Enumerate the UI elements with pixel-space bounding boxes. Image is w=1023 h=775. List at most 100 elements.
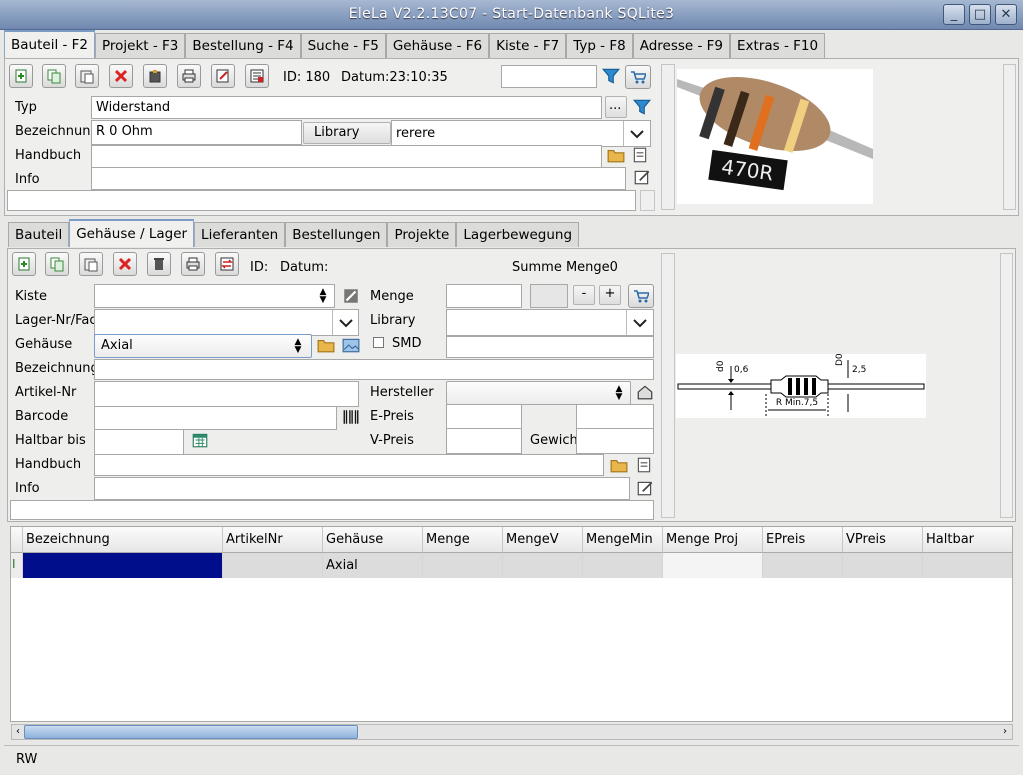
- subtab-bauteil[interactable]: Bauteil: [8, 222, 70, 247]
- col-gehaeuse[interactable]: Gehäuse: [323, 527, 423, 553]
- menge-cart-icon[interactable]: [628, 284, 654, 308]
- cell-menge[interactable]: [423, 553, 503, 578]
- chevron-down-icon[interactable]: [623, 121, 649, 146]
- lager-image-prev-scroll[interactable]: [661, 253, 675, 518]
- cell-epreis[interactable]: [763, 553, 843, 578]
- kiste-lookup-icon[interactable]: [341, 286, 361, 306]
- gehaeuse-picture-icon[interactable]: [341, 335, 361, 355]
- cell-mengev[interactable]: [503, 553, 583, 578]
- lager-doc-icon[interactable]: [634, 455, 654, 475]
- handbuch-input[interactable]: [91, 145, 602, 168]
- epreis-input[interactable]: [446, 404, 522, 430]
- datasheet-button[interactable]: [245, 64, 269, 88]
- tab-typ[interactable]: Typ - F8: [566, 33, 633, 58]
- transfer-icon[interactable]: [215, 252, 239, 276]
- copy-part-button[interactable]: [42, 64, 66, 88]
- tab-projekt[interactable]: Projekt - F3: [95, 33, 186, 58]
- subtab-bestellungen[interactable]: Bestellungen: [285, 222, 388, 247]
- calendar-icon[interactable]: [190, 430, 210, 450]
- tab-gehaeuse[interactable]: Gehäuse - F6: [385, 33, 490, 58]
- cell-artikelnr[interactable]: [223, 553, 323, 578]
- delete-part-button[interactable]: [109, 64, 133, 88]
- bezeichnung-input[interactable]: R 0 Ohm: [91, 120, 302, 145]
- lager-library-combo[interactable]: [446, 309, 654, 336]
- library-combo[interactable]: rerere: [391, 120, 651, 147]
- gewicht-input[interactable]: [576, 428, 654, 454]
- col-menge[interactable]: Menge: [423, 527, 503, 553]
- typ-browse-button[interactable]: ...: [605, 96, 627, 118]
- smd-checkbox[interactable]: [373, 337, 384, 348]
- col-artikelnr[interactable]: ArtikelNr: [223, 527, 323, 553]
- cart-icon[interactable]: [625, 65, 651, 89]
- lagernr-chevron-icon[interactable]: [332, 310, 358, 335]
- open-doc-icon[interactable]: [630, 145, 650, 165]
- image-next-scroll[interactable]: [1003, 64, 1016, 210]
- open-folder-icon[interactable]: [606, 145, 626, 165]
- new-part-button[interactable]: [9, 64, 33, 88]
- edit-button[interactable]: [211, 64, 235, 88]
- new-lager-button[interactable]: [12, 252, 36, 276]
- close-window-button[interactable]: ✕: [995, 4, 1017, 25]
- row-indicator[interactable]: I: [11, 553, 23, 578]
- info-input[interactable]: [91, 167, 626, 190]
- barcode-icon[interactable]: [341, 407, 361, 427]
- scroll-right-icon[interactable]: ›: [999, 725, 1011, 739]
- hersteller-combo[interactable]: [446, 381, 631, 405]
- lager-note-icon[interactable]: [635, 478, 655, 498]
- col-mengev[interactable]: MengeV: [503, 527, 583, 553]
- cell-mengemin[interactable]: [583, 553, 663, 578]
- menge-plus-button[interactable]: +: [599, 285, 621, 305]
- lager-library-chevron-icon[interactable]: [626, 310, 652, 335]
- artikelnr-input[interactable]: [94, 381, 359, 407]
- trash-icon[interactable]: [147, 252, 171, 276]
- typ-input[interactable]: Widerstand: [91, 96, 602, 119]
- cell-vpreis[interactable]: [843, 553, 923, 578]
- cell-bezeichnung[interactable]: [23, 553, 223, 578]
- scroll-left-icon[interactable]: ‹: [12, 725, 24, 739]
- lager-image-next-scroll[interactable]: [1000, 253, 1013, 518]
- typ-filter-icon[interactable]: [632, 97, 652, 117]
- gehaeuse-folder-icon[interactable]: [316, 335, 336, 355]
- col-epreis[interactable]: EPreis: [763, 527, 843, 553]
- filter-icon[interactable]: [601, 66, 621, 86]
- info-memo[interactable]: [7, 190, 636, 211]
- kiste-input[interactable]: [94, 284, 335, 308]
- menge-delta-input[interactable]: [530, 284, 568, 308]
- note-edit-icon[interactable]: [632, 167, 652, 187]
- cell-haltbar[interactable]: [923, 553, 1012, 578]
- paste-part-button[interactable]: [75, 64, 99, 88]
- image-prev-scroll[interactable]: [661, 64, 675, 210]
- lagernr-combo[interactable]: [94, 309, 359, 336]
- tab-bestellung[interactable]: Bestellung - F4: [185, 33, 301, 58]
- gehaeuse-spinner[interactable]: ▲ ▼: [291, 338, 305, 355]
- barcode-input[interactable]: [94, 406, 337, 430]
- lager-bezeichnung-input[interactable]: [94, 359, 654, 380]
- library-button[interactable]: Library: [303, 122, 391, 144]
- col-vpreis[interactable]: VPreis: [843, 527, 923, 553]
- col-mengemin[interactable]: MengeMin: [583, 527, 663, 553]
- gehaeuse-extra-input[interactable]: [446, 336, 654, 358]
- tab-suche[interactable]: Suche - F5: [300, 33, 386, 58]
- lager-folder-icon[interactable]: [609, 455, 629, 475]
- col-haltbar[interactable]: Haltbar: [923, 527, 1012, 553]
- minimize-button[interactable]: _: [943, 4, 965, 25]
- kiste-spinner[interactable]: ▲ ▼: [316, 288, 330, 305]
- tab-bauteil[interactable]: Bauteil - F2: [4, 30, 95, 58]
- part-search-input[interactable]: [501, 65, 597, 88]
- lager-memo[interactable]: [10, 500, 654, 520]
- col-menge-proj[interactable]: Menge Proj: [663, 527, 763, 553]
- scroll-thumb[interactable]: [24, 725, 358, 739]
- haltbar-input[interactable]: [94, 429, 184, 455]
- lager-info-input[interactable]: [94, 477, 630, 500]
- tab-extras[interactable]: Extras - F10: [730, 33, 826, 58]
- subtab-gehaeuse-lager[interactable]: Gehäuse / Lager: [69, 219, 195, 247]
- cell-gehaeuse[interactable]: Axial: [323, 553, 423, 578]
- subtab-lagerbewegung[interactable]: Lagerbewegung: [456, 222, 580, 247]
- menge-input[interactable]: [446, 284, 522, 308]
- maximize-button[interactable]: □: [969, 4, 991, 25]
- tab-adresse[interactable]: Adresse - F9: [632, 33, 731, 58]
- hersteller-home-icon[interactable]: [635, 382, 655, 402]
- copy-lager-button[interactable]: [45, 252, 69, 276]
- delete-lager-button[interactable]: [113, 252, 137, 276]
- epreis-extra-input[interactable]: [576, 404, 654, 430]
